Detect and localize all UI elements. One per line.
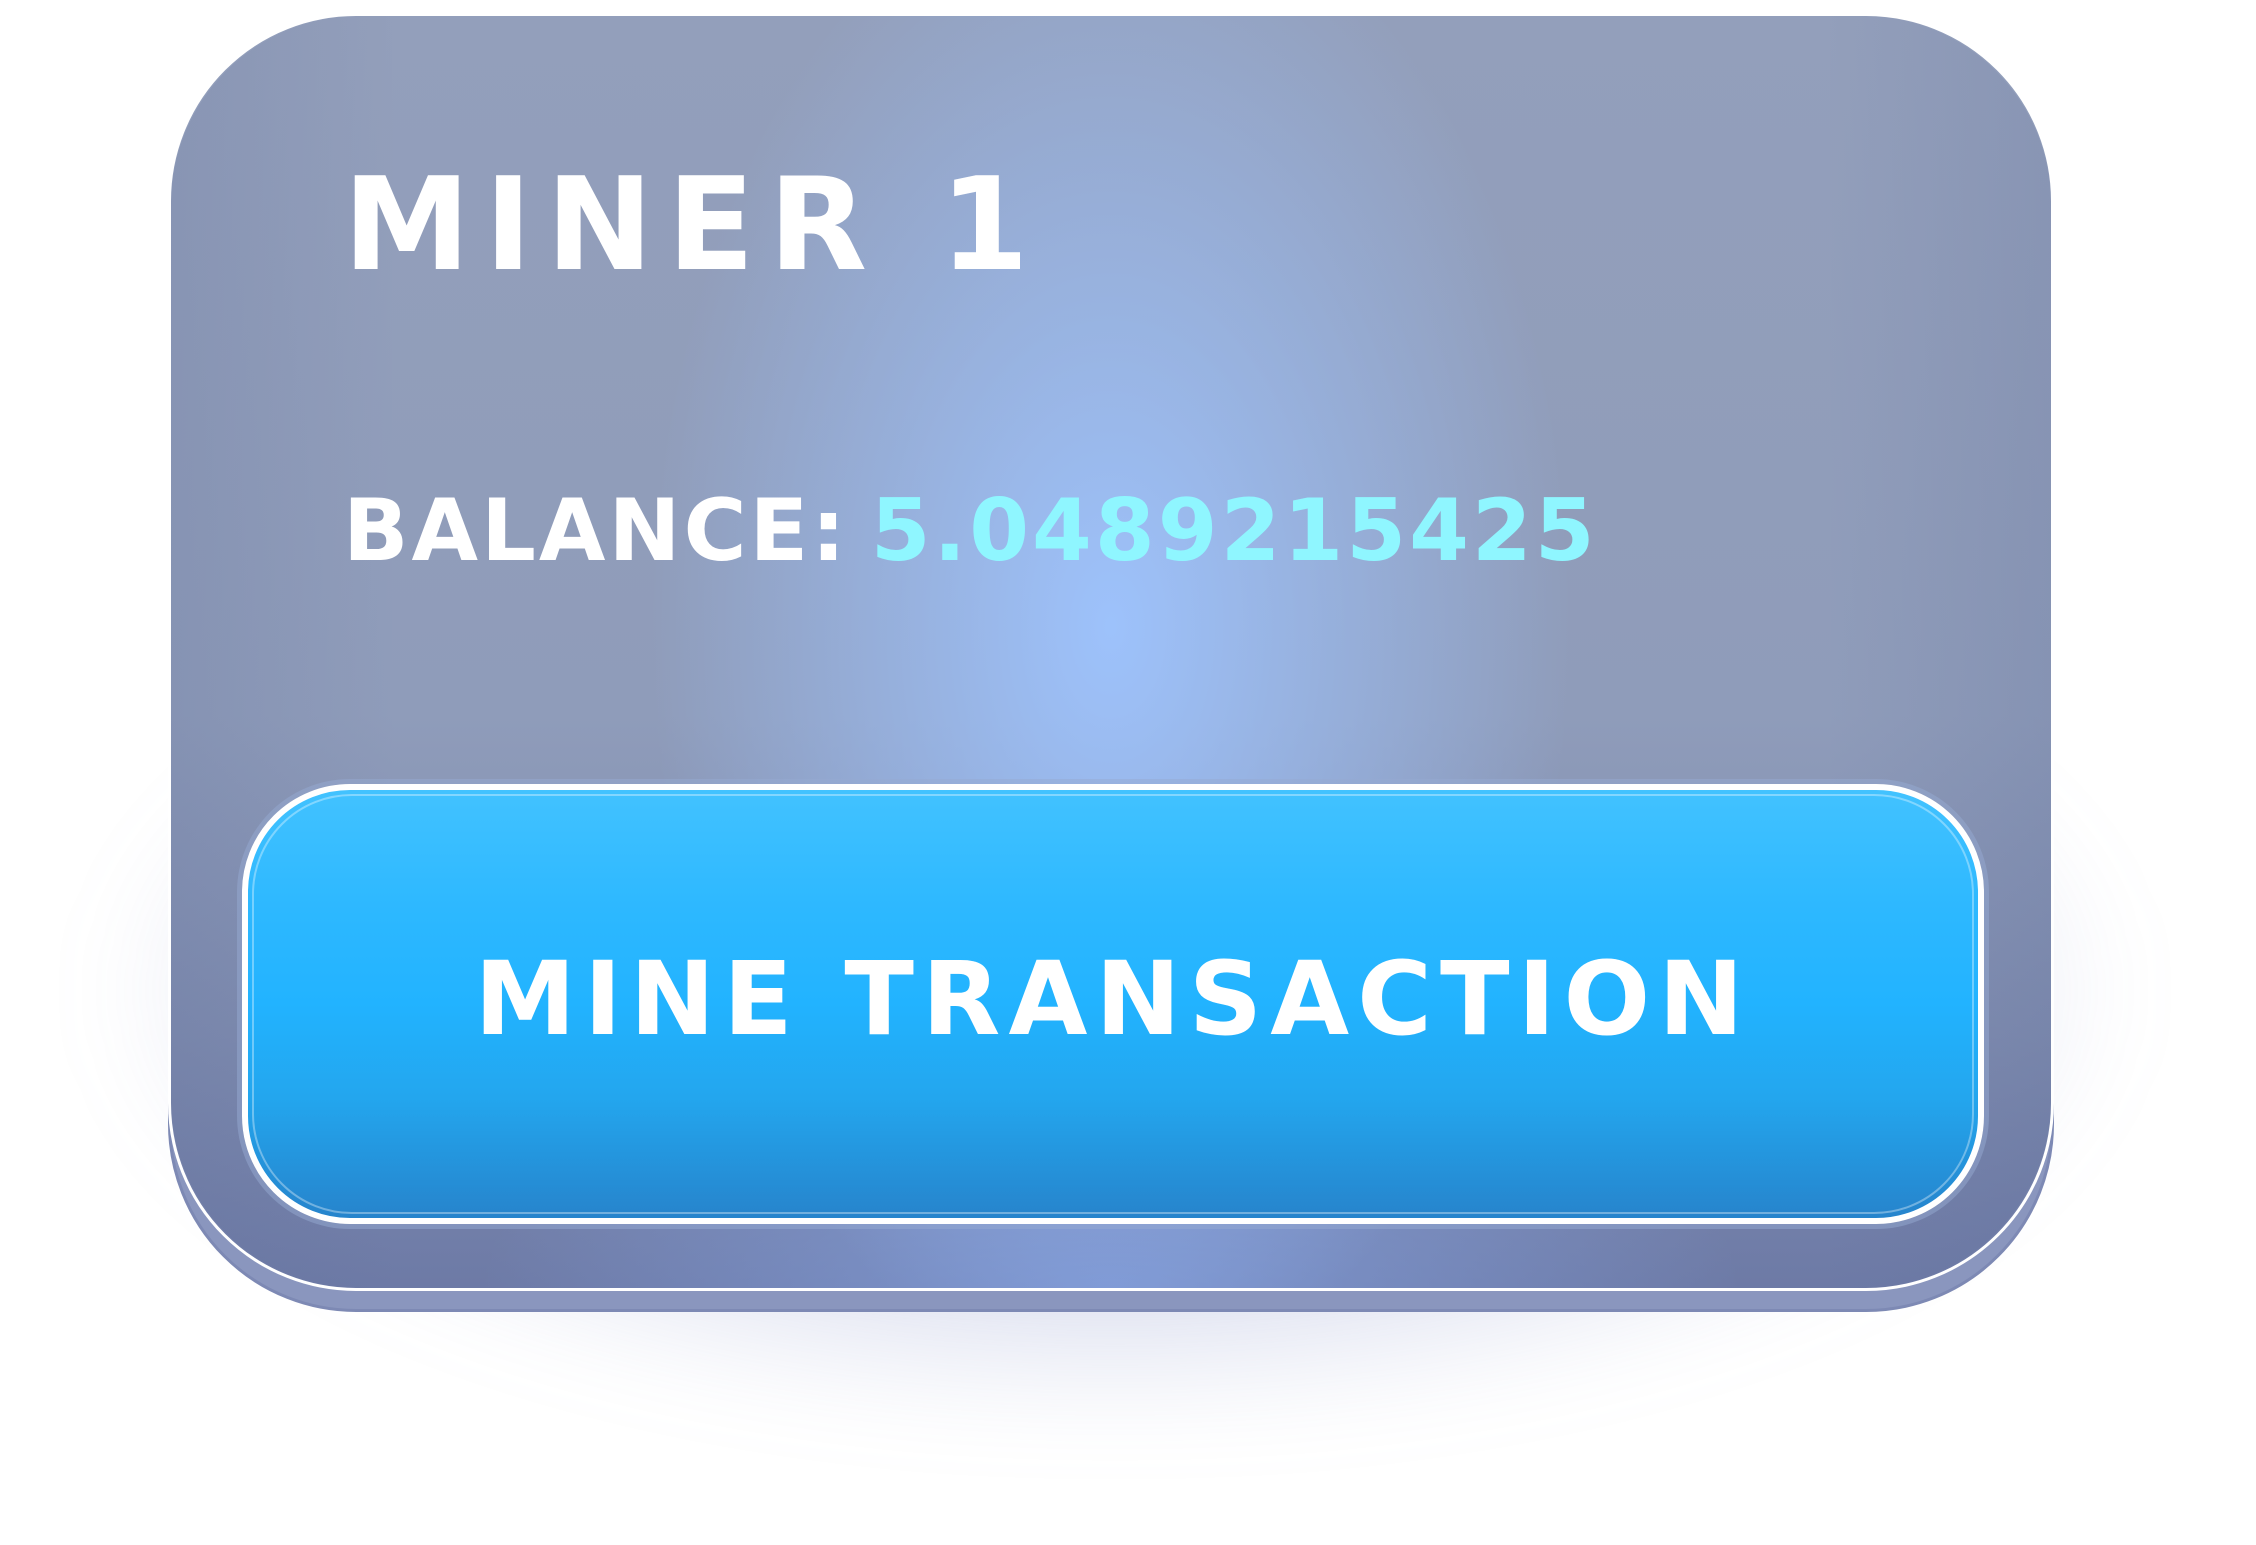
mine-transaction-button[interactable]: MINE TRANSACTION [242,784,1984,1224]
balance-value: 5.0489215425 [870,481,1598,581]
miner-card: MINER 1 BALANCE: 5.0489215425 MINE TRANSA… [168,13,2054,1291]
mine-transaction-label: MINE TRANSACTION [474,940,1752,1059]
miner-title: MINER 1 [343,151,1043,300]
balance-label: BALANCE: [343,481,849,581]
balance-row: BALANCE: 5.0489215425 [343,481,1598,581]
